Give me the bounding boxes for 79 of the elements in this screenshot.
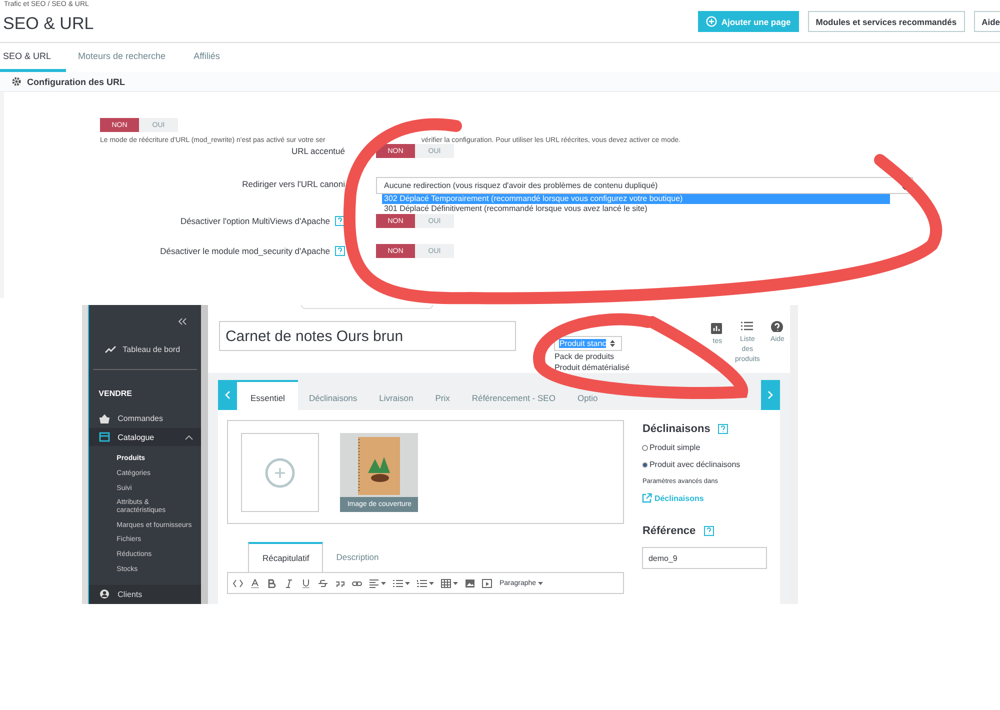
help-icon: [718, 424, 728, 434]
sidebar-item[interactable]: Clients: [88, 584, 201, 604]
caret-icon: [429, 582, 434, 584]
reference-field[interactable]: demo_9: [642, 547, 768, 569]
tab[interactable]: Description: [323, 542, 392, 572]
underline-button[interactable]: [301, 578, 312, 588]
strikethrough-button[interactable]: [318, 578, 328, 588]
help-icon: [771, 321, 784, 332]
align-left-button[interactable]: [369, 578, 386, 588]
sidebar-item[interactable]: Tableau de bord: [92, 326, 197, 370]
strikethrough-icon: [318, 578, 328, 588]
setting-label: Désactiver le module mod_security d'Apache: [160, 246, 330, 256]
media-icon: [482, 578, 492, 588]
image-button[interactable]: [465, 578, 476, 588]
sidebar-item[interactable]: Commandes: [88, 410, 201, 428]
image-icon: [465, 578, 476, 588]
header-button[interactable]: Modules et services recommandés: [808, 11, 965, 32]
dropdown-option[interactable]: Pack de produits: [554, 351, 664, 362]
panel-title: Configuration des URL: [27, 76, 125, 86]
gear-icon: [11, 76, 22, 87]
chevron-left-icon: [225, 391, 230, 399]
caret-icon: [538, 582, 544, 584]
chevron-right-icon: [768, 391, 774, 399]
dropdown-option[interactable]: Produit dématérialisé: [554, 362, 664, 373]
page-title: SEO & URL: [2, 14, 94, 34]
plus-circle-icon: [265, 458, 296, 488]
sidebar-item[interactable]: Catalogue: [88, 428, 201, 446]
link-button[interactable]: [352, 578, 362, 588]
trend-line-icon: [104, 346, 116, 354]
basket-icon: [98, 414, 110, 424]
code-icon: [233, 578, 244, 588]
text-color-button[interactable]: [250, 578, 260, 588]
caret-icon: [453, 582, 458, 584]
tab[interactable]: Affiliés: [190, 43, 236, 72]
radio-label: Produit avec déclinaisons: [649, 460, 740, 469]
italic-icon: [284, 578, 294, 588]
chevron-up-icon: [184, 434, 193, 440]
bold-icon: [267, 578, 278, 588]
table-icon: [441, 578, 452, 588]
caret-icon: [405, 582, 410, 584]
numbered-list-icon: [417, 578, 428, 588]
collapse-icon: [178, 318, 187, 325]
product-name-field[interactable]: Carnet de notes Ours brun: [219, 321, 516, 351]
bar-chart-icon: [711, 323, 724, 334]
plus-circle-icon: [706, 16, 718, 27]
underline-icon: [301, 578, 312, 588]
text-color-icon: [250, 578, 260, 588]
quote-button[interactable]: [335, 578, 346, 588]
tab[interactable]: Moteurs de recherche: [74, 43, 182, 72]
bold-button[interactable]: [267, 578, 278, 588]
numbered-list-button[interactable]: [417, 578, 434, 588]
section-heading: VENDRE: [98, 388, 133, 400]
radio-button[interactable]: [642, 444, 648, 450]
store-icon: [98, 432, 110, 442]
setting-label: URL accentué: [291, 146, 345, 156]
help-icon: [704, 526, 714, 536]
section-title: Référence: [642, 525, 696, 537]
media-button[interactable]: [482, 578, 492, 588]
code-button[interactable]: [233, 578, 244, 588]
italic-button[interactable]: [284, 578, 294, 588]
list-icon: [741, 321, 754, 332]
tab[interactable]: Récapitulatif: [248, 542, 324, 572]
quote-icon: [335, 578, 346, 588]
user-circle-icon: [98, 589, 110, 600]
align-left-icon: [369, 578, 380, 588]
section-title: Déclinaisons: [642, 423, 710, 435]
bullet-list-icon: [393, 578, 404, 588]
external-link-icon: [642, 493, 652, 503]
setting-label: Rediriger vers l'URL canoni: [242, 179, 345, 189]
bullet-list-button[interactable]: [393, 578, 410, 588]
select-field[interactable]: Aucune redirection (vous risquez d'avoir des problèmes de contenu dupliqué): [376, 177, 913, 194]
radio-label: Produit simple: [649, 443, 700, 452]
radio-button[interactable]: [642, 462, 648, 468]
tab[interactable]: Essentiel: [237, 380, 298, 410]
header-button[interactable]: Aide: [974, 11, 1000, 32]
link-icon: [352, 578, 362, 588]
table-button[interactable]: [441, 578, 458, 588]
caret-icon: [381, 582, 386, 584]
setting-label: Désactiver l'option MultiViews d'Apache: [180, 216, 330, 226]
